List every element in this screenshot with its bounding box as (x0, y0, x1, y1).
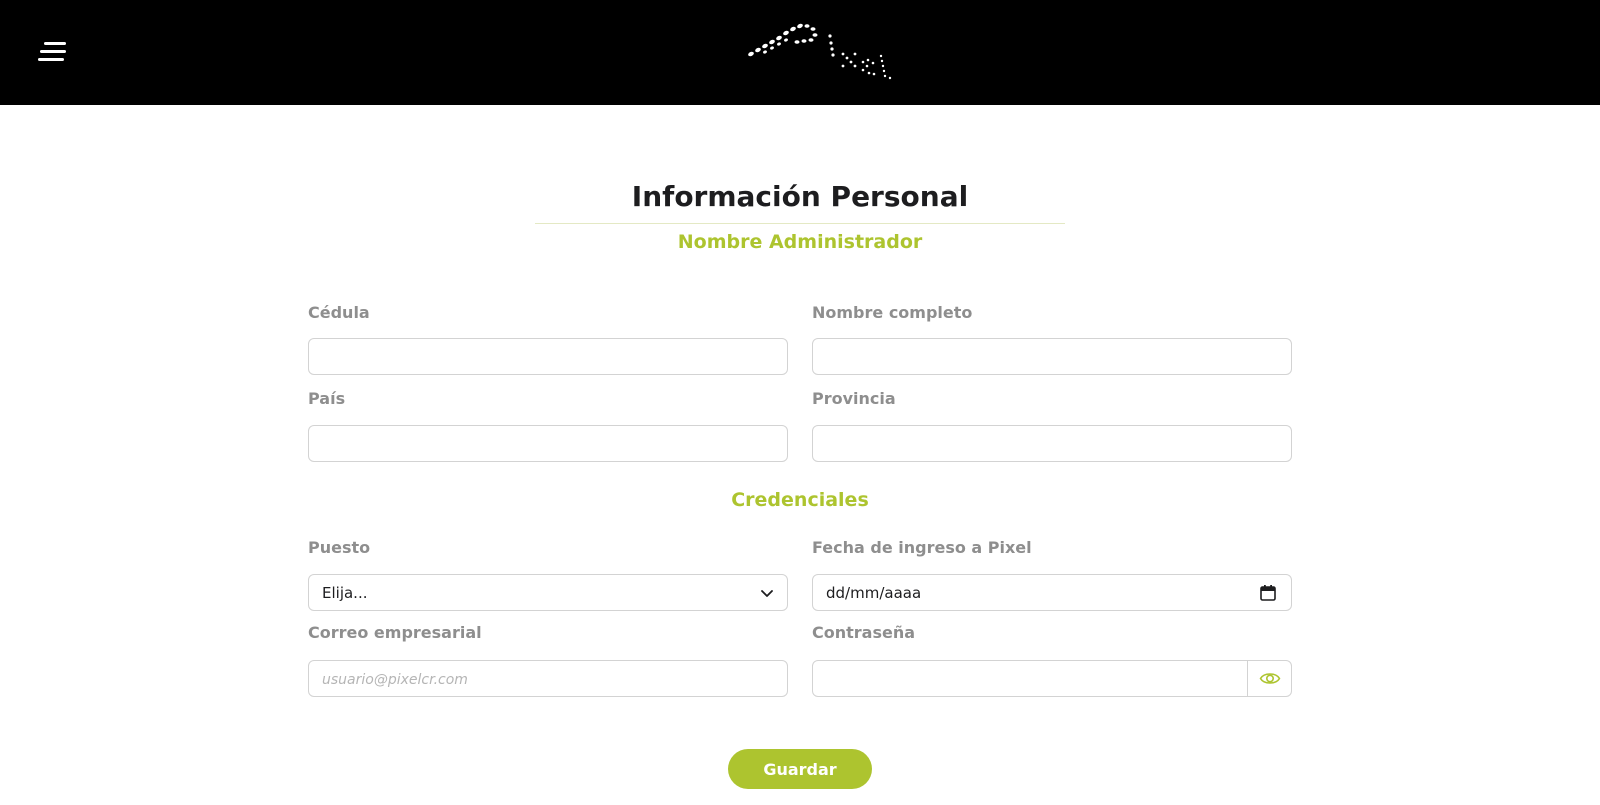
section-title-personal: Nombre Administrador (677, 231, 923, 253)
pais-field[interactable] (308, 425, 788, 462)
contrasena-field[interactable] (812, 660, 1292, 697)
fecha-value: dd/mm/aaaa (826, 584, 922, 602)
pais-input[interactable] (309, 426, 787, 461)
nombre-label: Nombre completo (812, 303, 973, 322)
provincia-input[interactable] (813, 426, 1291, 461)
section-title-credenciales: Credenciales (731, 489, 869, 511)
contrasena-input[interactable] (813, 661, 1249, 696)
save-button[interactable]: Guardar (728, 749, 872, 789)
hamburger-menu-icon[interactable] (38, 40, 66, 64)
puesto-select[interactable]: Elija... (308, 574, 788, 611)
nombre-input[interactable] (813, 339, 1291, 374)
contrasena-label: Contraseña (812, 623, 916, 642)
correo-input[interactable] (309, 661, 787, 696)
cedula-field[interactable] (308, 338, 788, 375)
correo-field[interactable] (308, 660, 788, 697)
menu-line-3 (38, 58, 64, 61)
pixel-logo[interactable] (745, 18, 905, 88)
puesto-label: Puesto (308, 538, 371, 557)
correo-label: Correo empresarial (308, 623, 482, 642)
provincia-field[interactable] (812, 425, 1292, 462)
page-title: Información Personal (631, 180, 969, 213)
calendar-icon[interactable] (1259, 584, 1277, 602)
top-bar (0, 0, 1600, 105)
fecha-field[interactable]: dd/mm/aaaa (812, 574, 1292, 611)
cedula-label: Cédula (308, 303, 370, 322)
eye-icon (1259, 673, 1281, 684)
title-divider (535, 223, 1065, 224)
puesto-selected-value: Elija... (322, 584, 368, 602)
toggle-password-button[interactable] (1247, 661, 1291, 696)
logo-mark (748, 23, 892, 80)
main-content: Información Personal Nombre Administrado… (0, 105, 1600, 805)
fecha-label: Fecha de ingreso a Pixel (812, 538, 1032, 557)
menu-line-2 (40, 50, 66, 53)
provincia-label: Provincia (812, 389, 896, 408)
nombre-field[interactable] (812, 338, 1292, 375)
cedula-input[interactable] (309, 339, 787, 374)
pais-label: País (308, 389, 346, 408)
menu-line-1 (44, 42, 66, 45)
chevron-down-icon (761, 590, 773, 597)
